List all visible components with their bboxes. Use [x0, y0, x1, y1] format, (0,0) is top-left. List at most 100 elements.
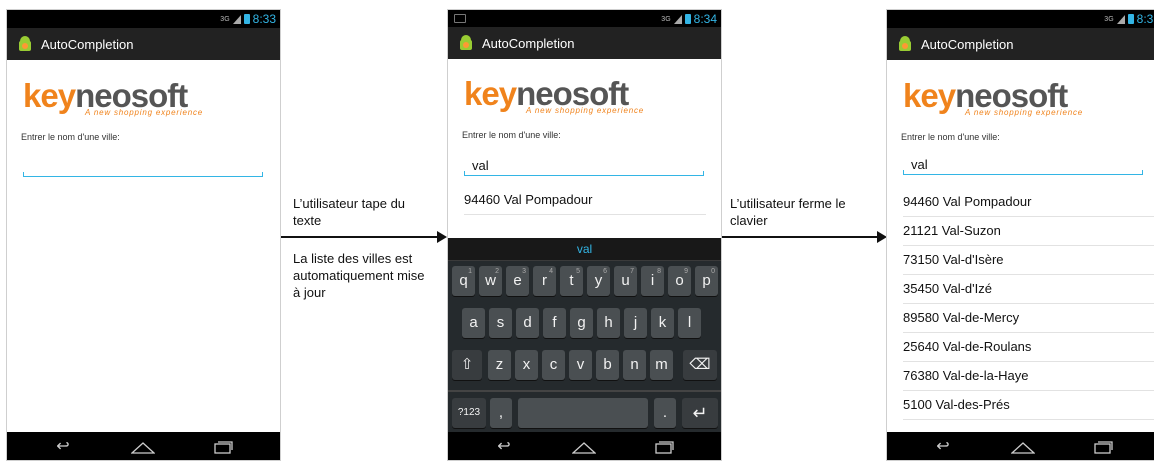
arrow-1: [281, 236, 437, 238]
app-title: AutoCompletion: [921, 36, 1014, 52]
suggestion-item[interactable]: 25640 Val-de-Roulans: [903, 333, 1154, 362]
recent-apps-icon[interactable]: [211, 440, 235, 454]
city-prompt-label: Entrer le nom d'une ville:: [901, 132, 1000, 142]
phone-screen-results: 3G 8:35 AutoCompletion keyneosoft A new …: [886, 9, 1154, 461]
keyboard-suggestion-strip[interactable]: val: [448, 238, 721, 261]
network-type: 3G: [220, 15, 230, 23]
status-bar: 3G 8:34: [448, 10, 721, 28]
back-icon[interactable]: ↩: [51, 439, 75, 455]
keyboard-divider: [448, 390, 721, 392]
action-bar: AutoCompletion: [887, 28, 1154, 60]
soft-keyboard: val 1q2w3e4r5t6y7u8i9o0p asdfghjkl zxcvb…: [448, 238, 721, 432]
key-f[interactable]: f: [543, 308, 566, 338]
city-input[interactable]: [23, 156, 263, 177]
key-x[interactable]: x: [515, 350, 538, 380]
battery-icon: [684, 14, 691, 24]
key-c[interactable]: c: [542, 350, 565, 380]
delete-key[interactable]: ⌫: [683, 350, 717, 380]
key-d[interactable]: d: [516, 308, 539, 338]
city-input[interactable]: val: [464, 155, 704, 176]
keyboard-notification-icon: [454, 14, 466, 23]
symbols-key[interactable]: ?123: [452, 398, 486, 428]
suggestion-item[interactable]: 21121 Val-Suzon: [903, 217, 1154, 246]
key-g[interactable]: g: [570, 308, 593, 338]
key-i[interactable]: 8i: [641, 266, 664, 296]
key-e[interactable]: 3e: [506, 266, 529, 296]
phone-screen-typing: 3G 8:34 AutoCompletion keyneosoft A new …: [447, 9, 722, 461]
home-icon[interactable]: [1010, 440, 1036, 454]
key-b[interactable]: b: [596, 350, 619, 380]
key-a[interactable]: a: [462, 308, 485, 338]
signal-icon: [232, 14, 241, 24]
city-input[interactable]: val: [903, 154, 1143, 175]
city-prompt-label: Entrer le nom d'une ville:: [462, 130, 561, 140]
recent-apps-icon[interactable]: [1091, 440, 1115, 454]
suggestion-item[interactable]: 89580 Val-de-Mercy: [903, 304, 1154, 333]
battery-icon: [1127, 14, 1134, 24]
key-n[interactable]: n: [623, 350, 646, 380]
navigation-bar: ↩: [448, 432, 721, 460]
suggestion-item[interactable]: 5100 Val-des-Prés: [903, 391, 1154, 420]
back-icon[interactable]: ↩: [492, 439, 516, 455]
key-s[interactable]: s: [489, 308, 512, 338]
comma-key[interactable]: ,: [490, 398, 512, 428]
caption-step1: L’utilisateur tape du texte: [293, 196, 406, 228]
action-bar: AutoCompletion: [7, 28, 280, 60]
logo-tagline: A new shopping experience: [526, 106, 644, 115]
arrow-1-head: [437, 231, 447, 243]
android-app-icon: [897, 36, 913, 52]
city-prompt-label: Entrer le nom d'une ville:: [21, 132, 120, 142]
phone-screen-empty: 3G 8:33 AutoCompletion keyneosoft A new …: [6, 9, 281, 461]
battery-icon: [243, 14, 250, 24]
key-j[interactable]: j: [624, 308, 647, 338]
key-q[interactable]: 1q: [452, 266, 475, 296]
logo-tagline: A new shopping experience: [965, 108, 1083, 117]
key-v[interactable]: v: [569, 350, 592, 380]
key-m[interactable]: m: [650, 350, 673, 380]
suggestion-item[interactable]: 35450 Val-d'Izé: [903, 275, 1154, 304]
network-type: 3G: [1104, 15, 1114, 23]
status-time: 8:33: [252, 12, 276, 26]
key-u[interactable]: 7u: [614, 266, 637, 296]
signal-icon: [1116, 14, 1125, 24]
android-app-icon: [458, 35, 474, 51]
status-time: 8:34: [693, 12, 717, 26]
caption-step2: L’utilisateur ferme le clavier: [730, 196, 846, 228]
period-key[interactable]: .: [654, 398, 676, 428]
network-type: 3G: [661, 15, 671, 23]
home-icon[interactable]: [130, 440, 156, 454]
android-app-icon: [17, 36, 33, 52]
signal-icon: [673, 14, 682, 24]
logo-tagline: A new shopping experience: [85, 108, 203, 117]
key-r[interactable]: 4r: [533, 266, 556, 296]
enter-key[interactable]: ↵: [682, 398, 718, 428]
suggestion-item[interactable]: 76380 Val-de-la-Haye: [903, 362, 1154, 391]
shift-key[interactable]: ⇧: [452, 350, 482, 380]
app-title: AutoCompletion: [482, 35, 575, 51]
action-bar: AutoCompletion: [448, 27, 721, 59]
status-bar: 3G 8:35: [887, 10, 1154, 28]
key-p[interactable]: 0p: [695, 266, 718, 296]
recent-apps-icon[interactable]: [652, 440, 676, 454]
suggestion-item[interactable]: 94460 Val Pompadour: [903, 188, 1154, 217]
key-w[interactable]: 2w: [479, 266, 502, 296]
navigation-bar: ↩: [7, 432, 280, 460]
space-key[interactable]: [518, 398, 648, 428]
suggestion-item[interactable]: 94460 Val Pompadour: [464, 186, 706, 215]
key-z[interactable]: z: [488, 350, 511, 380]
home-icon[interactable]: [571, 440, 597, 454]
caption-step1b: La liste des villes est automatiquement …: [293, 251, 425, 300]
suggestion-item[interactable]: 73150 Val-d'Isère: [903, 246, 1154, 275]
navigation-bar: ↩: [887, 432, 1154, 460]
key-l[interactable]: l: [678, 308, 701, 338]
key-y[interactable]: 6y: [587, 266, 610, 296]
key-k[interactable]: k: [651, 308, 674, 338]
key-h[interactable]: h: [597, 308, 620, 338]
status-bar: 3G 8:33: [7, 10, 280, 28]
app-title: AutoCompletion: [41, 36, 134, 52]
key-o[interactable]: 9o: [668, 266, 691, 296]
key-t[interactable]: 5t: [560, 266, 583, 296]
status-time: 8:35: [1136, 12, 1154, 26]
arrow-2: [722, 236, 877, 238]
back-icon[interactable]: ↩: [931, 439, 955, 455]
